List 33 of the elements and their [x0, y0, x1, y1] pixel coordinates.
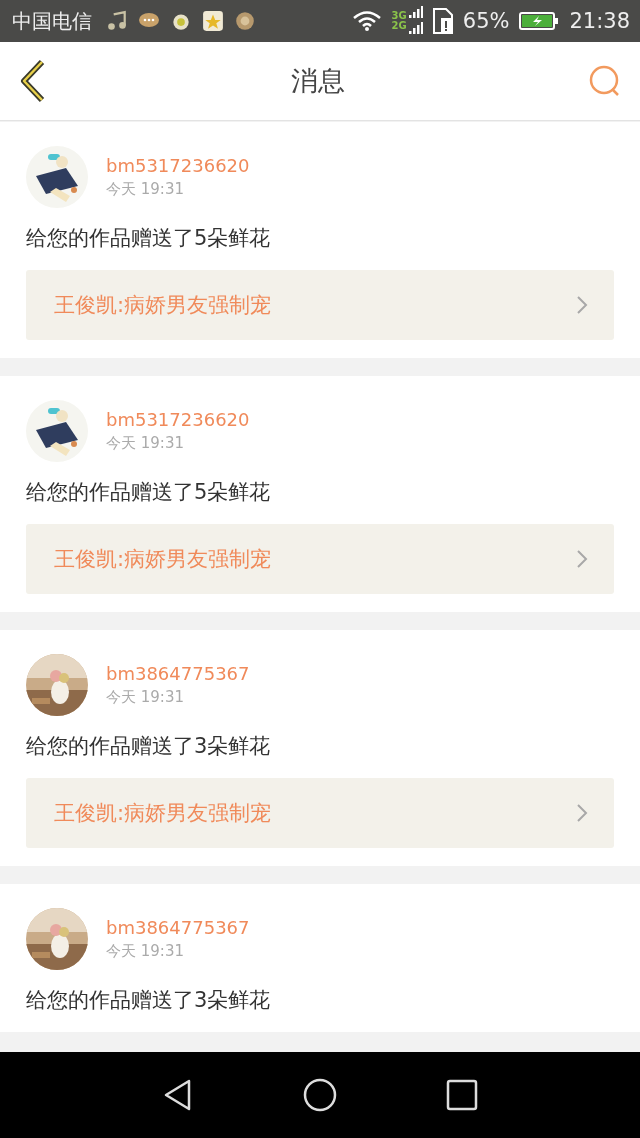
username[interactable]: bm5317236620	[106, 409, 250, 430]
round-app-icon	[234, 10, 256, 32]
wifi-icon	[351, 10, 382, 32]
username[interactable]: bm5317236620	[106, 155, 250, 176]
chevron-right-icon	[576, 295, 588, 315]
chevron-right-icon	[576, 549, 588, 569]
carrier-name: 中国电信	[12, 7, 92, 35]
timestamp: 今天 19:31	[106, 688, 185, 707]
timestamp: 今天 19:31	[106, 180, 185, 199]
signal-bars-icon	[408, 6, 423, 36]
network-type-label: 3G	[391, 11, 407, 21]
timestamp: 今天 19:31	[106, 434, 185, 453]
message-text: 给您的作品赠送了3朵鲜花	[26, 733, 272, 760]
work-link[interactable]: 王俊凯:病娇男友强制宠	[26, 524, 614, 594]
music-note-icon	[106, 10, 128, 32]
network-type-label: 2G	[391, 21, 407, 31]
message-text: 给您的作品赠送了3朵鲜花	[26, 987, 272, 1014]
username[interactable]: bm3864775367	[106, 917, 250, 938]
recents-nav-icon[interactable]	[445, 1078, 479, 1112]
chevron-right-icon	[576, 803, 588, 823]
timestamp: 今天 19:31	[106, 942, 185, 961]
sim-card-icon	[432, 8, 453, 34]
battery-charging-icon	[519, 11, 560, 31]
home-nav-icon[interactable]	[303, 1078, 337, 1112]
work-link[interactable]: 王俊凯:病娇男友强制宠	[26, 270, 614, 340]
page-title: 消息	[291, 64, 345, 98]
username[interactable]: bm3864775367	[106, 663, 250, 684]
message-text: 给您的作品赠送了5朵鲜花	[26, 479, 272, 506]
message-text: 给您的作品赠送了5朵鲜花	[26, 225, 272, 252]
work-link[interactable]: 王俊凯:病娇男友强制宠	[26, 778, 614, 848]
star-app-icon	[202, 10, 224, 32]
clock-time: 21:38	[569, 9, 630, 33]
battery-percentage: 65%	[462, 9, 510, 33]
